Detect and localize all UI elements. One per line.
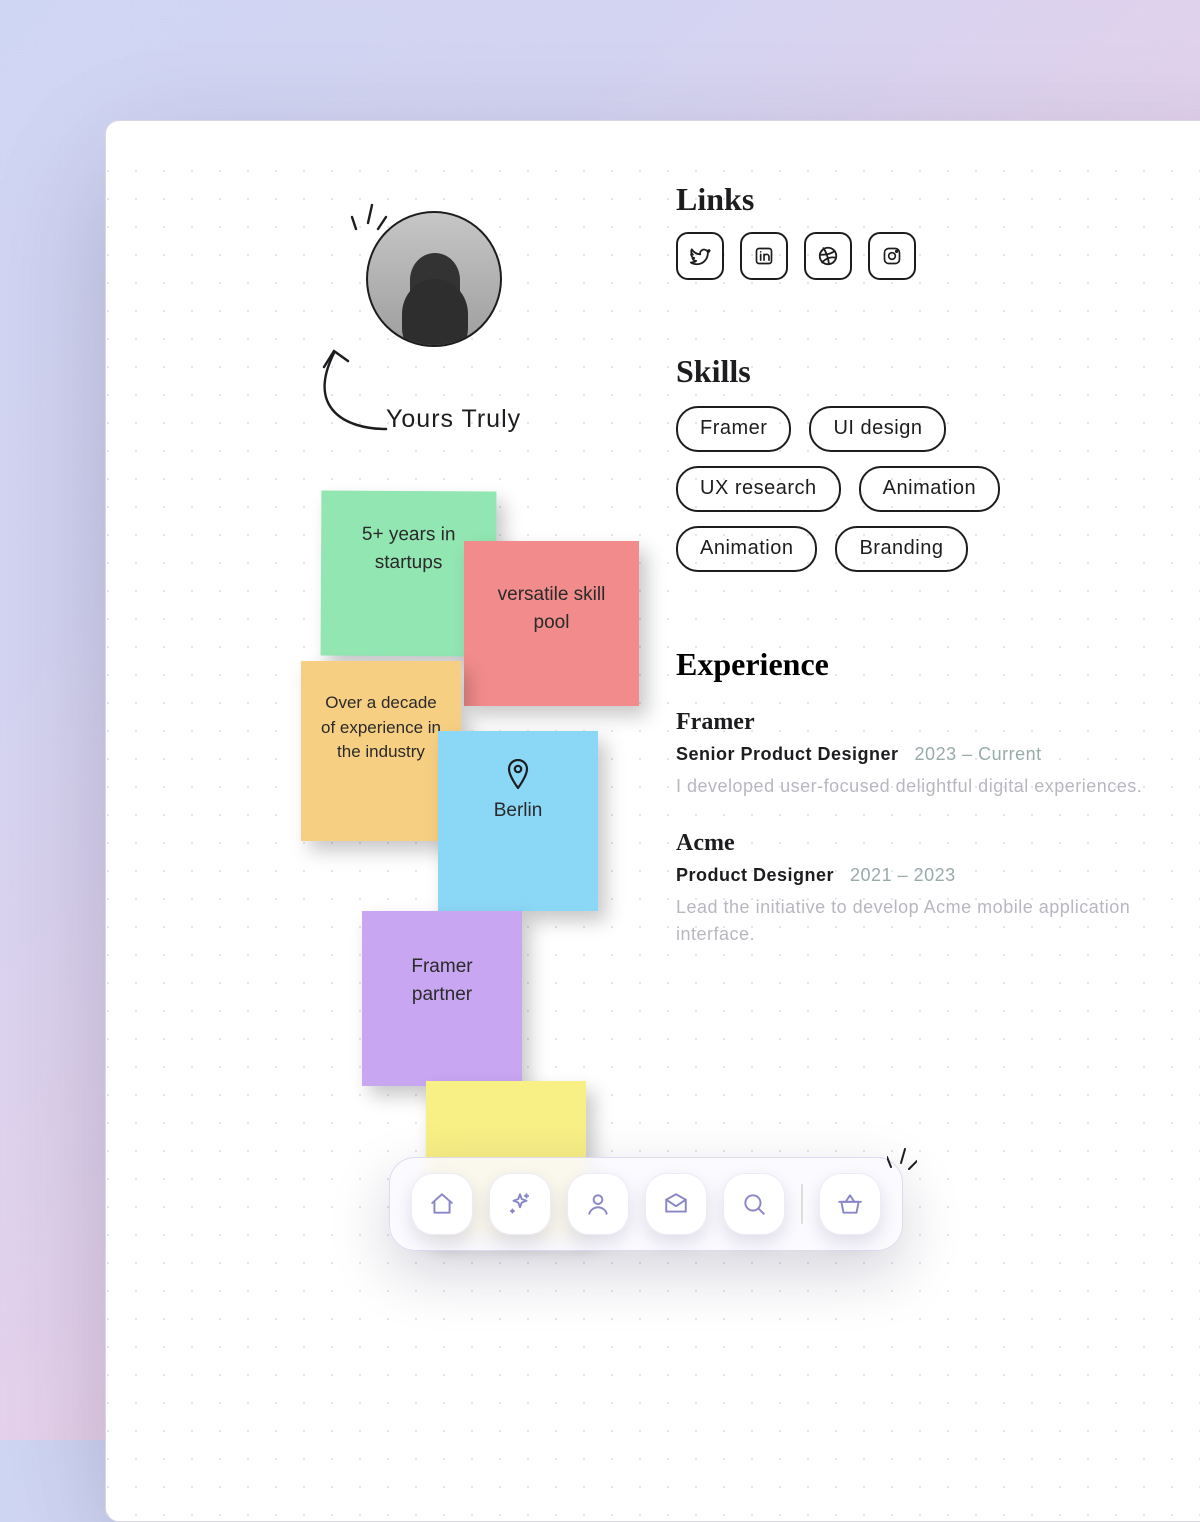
sticky-note-blue[interactable]: Berlin [438,731,598,911]
sparkle-icon [507,1191,533,1217]
mail-icon [663,1191,689,1217]
job-description: Lead the initiative to develop Acme mobi… [676,894,1196,948]
dribbble-link[interactable] [804,232,852,280]
skill-chip[interactable]: UI design [809,406,946,452]
links-heading: Links [676,181,916,218]
twitter-link[interactable] [676,232,724,280]
skill-chip[interactable]: UX research [676,466,841,512]
linkedin-icon [754,246,774,266]
sticky-note-orange[interactable]: Over a decade of experience in the indus… [301,661,461,841]
basket-icon [837,1191,863,1217]
experience-item: Acme Product Designer 2021 – 2023 Lead t… [676,830,1200,948]
pin-icon [506,759,530,789]
accent-marks-icon [887,1147,917,1175]
dribbble-icon [817,245,839,267]
user-icon [585,1191,611,1217]
links-section: Links [676,181,916,280]
sticky-blue-label: Berlin [494,800,543,821]
job-company: Framer [676,709,1200,736]
sticky-note-red[interactable]: versatile skill pool [464,541,639,706]
skill-chip[interactable]: Animation [859,466,1000,512]
instagram-icon [882,246,902,266]
sparkle-button[interactable] [489,1173,551,1235]
job-role: Product Designer [676,865,834,886]
job-description: I developed user-focused delightful digi… [676,773,1196,800]
job-company: Acme [676,830,1200,857]
experience-heading: Experience [676,646,1200,683]
instagram-link[interactable] [868,232,916,280]
skill-chip[interactable]: Framer [676,406,791,452]
canvas-window: Yours Truly 5+ years in startups versati… [105,120,1200,1522]
experience-section: Experience Framer Senior Product Designe… [676,646,1200,978]
sticky-note-purple[interactable]: Framer partner [362,911,522,1086]
experience-item: Framer Senior Product Designer 2023 – Cu… [676,709,1200,800]
job-dates: 2021 – 2023 [850,865,956,886]
job-role: Senior Product Designer [676,744,899,765]
mail-button[interactable] [645,1173,707,1235]
basket-button[interactable] [819,1173,881,1235]
job-dates: 2023 – Current [915,744,1042,765]
skill-chip[interactable]: Animation [676,526,817,572]
home-button[interactable] [411,1173,473,1235]
profile-name-label: Yours Truly [386,405,521,434]
twitter-icon [689,245,711,267]
search-icon [741,1191,767,1217]
linkedin-link[interactable] [740,232,788,280]
profile-button[interactable] [567,1173,629,1235]
skills-heading: Skills [676,353,1116,390]
skill-chip[interactable]: Branding [835,526,967,572]
avatar[interactable] [366,211,498,343]
toolbar-separator [801,1184,803,1224]
home-icon [429,1191,455,1217]
arrow-icon [286,339,396,439]
floating-toolbar [389,1157,903,1251]
skills-section: Skills Framer UI design UX research Anim… [676,353,1116,572]
search-button[interactable] [723,1173,785,1235]
